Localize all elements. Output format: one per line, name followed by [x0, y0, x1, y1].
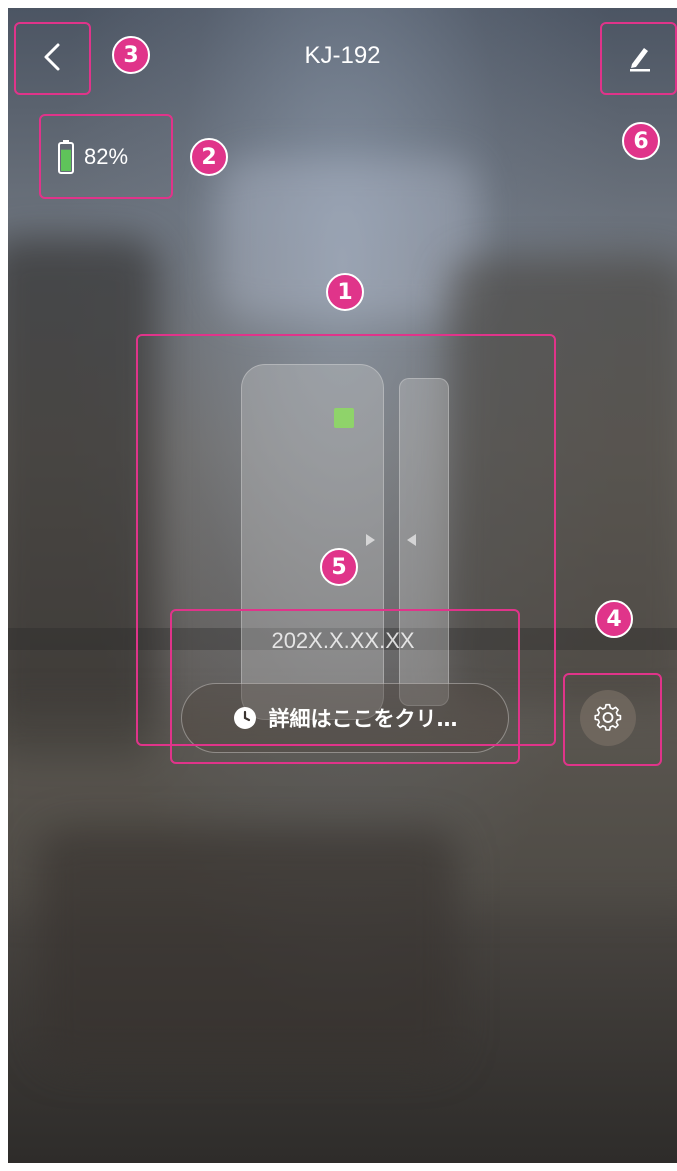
- annotation-badge-3: 3: [112, 36, 150, 74]
- annotation-badge-4: 4: [595, 600, 633, 638]
- annotation-frame-settings: [563, 673, 662, 766]
- annotation-frame-back: [14, 22, 91, 95]
- annotation-frame-battery: [39, 114, 173, 199]
- annotation-frame-event: [170, 609, 520, 764]
- annotation-badge-2: 2: [190, 138, 228, 176]
- page-title: KJ-192: [304, 42, 381, 69]
- app-screen: KJ-192 82% 202X.X.XX.XX 詳細はここをクリ… 1 2 3 …: [8, 8, 677, 1163]
- annotation-badge-5: 5: [320, 548, 358, 586]
- annotation-frame-edit: [600, 22, 677, 95]
- background-bed: [38, 828, 458, 1068]
- annotation-badge-6: 6: [622, 122, 660, 160]
- annotation-badge-1: 1: [326, 273, 364, 311]
